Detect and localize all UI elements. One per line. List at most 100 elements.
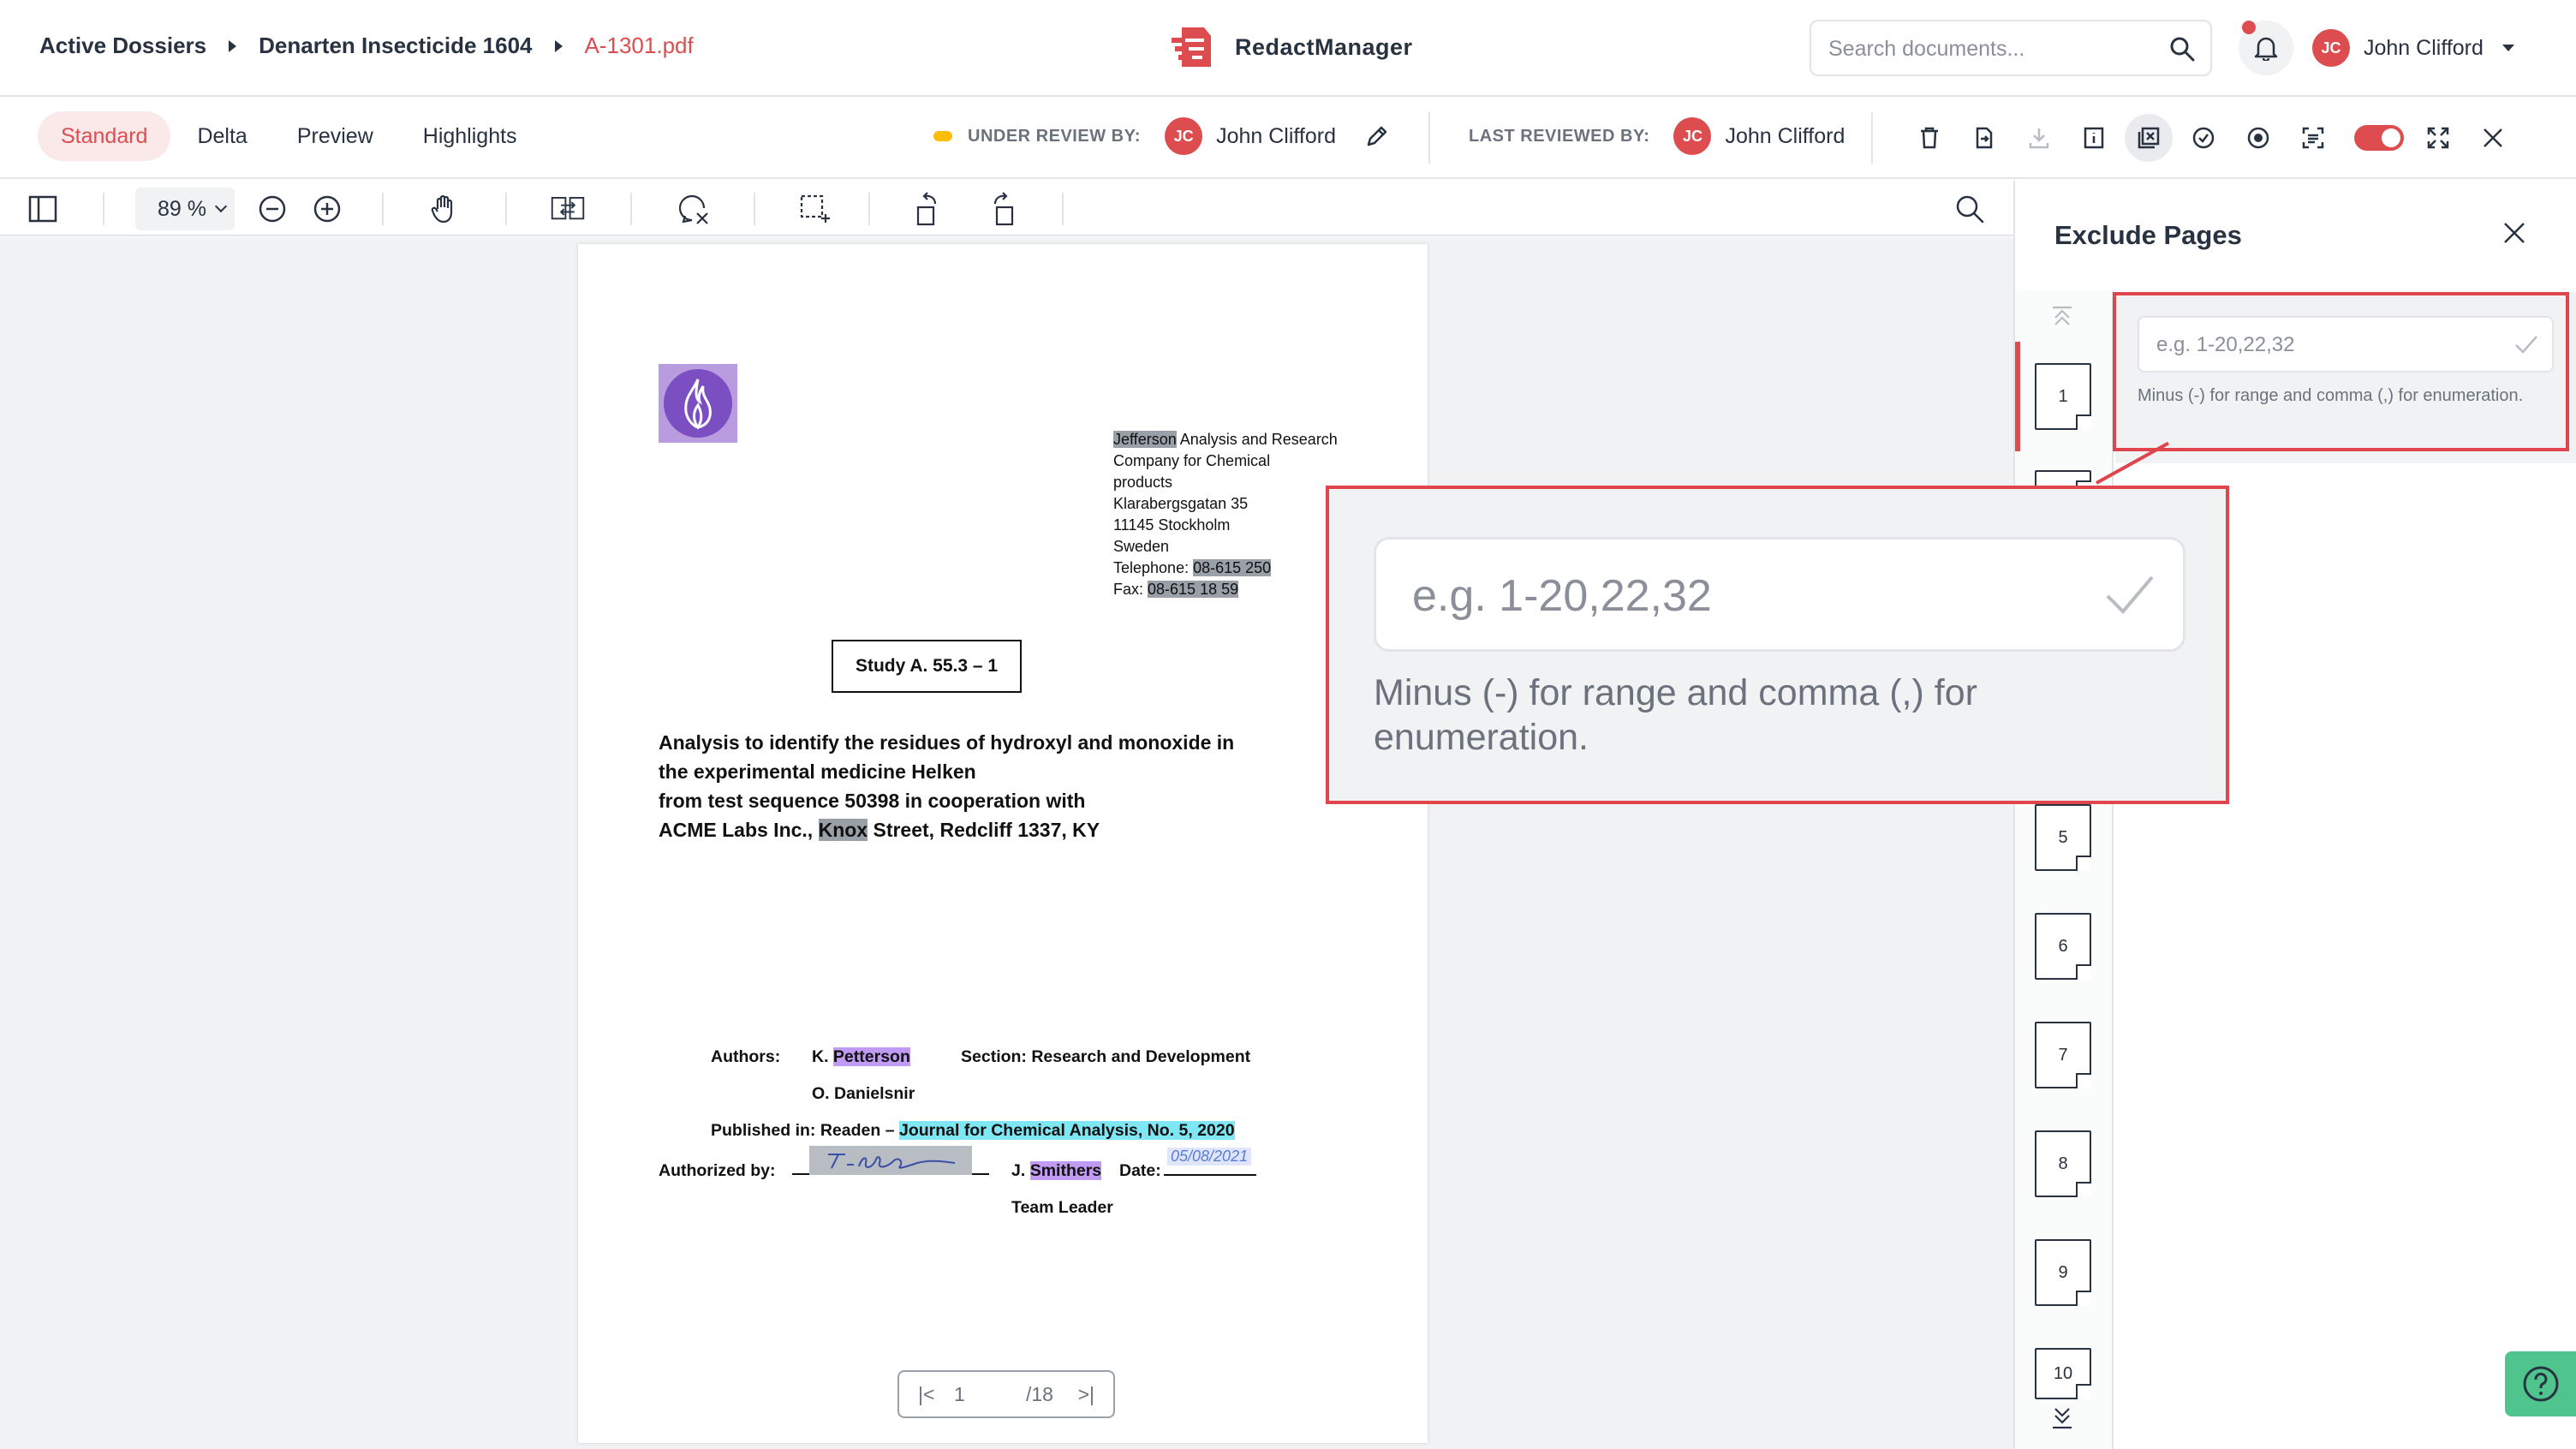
last-reviewed-block: LAST REVIEWED BY: JC John Clifford [1469, 117, 1845, 155]
exclude-pages-button[interactable] [2125, 114, 2173, 162]
tab-preview[interactable]: Preview [274, 111, 397, 161]
published-in: Published in: Readen – Journal for Chemi… [711, 1121, 1235, 1141]
logo-icon [1172, 27, 1211, 67]
search-document-button[interactable] [1953, 194, 1987, 224]
compare-icon [551, 197, 585, 220]
under-review-name: John Clifford [1216, 123, 1336, 148]
page-thumbnail[interactable]: 6 [2035, 913, 2091, 980]
author-1: K. Petterson [812, 1047, 910, 1067]
breadcrumb-separator-icon [554, 39, 563, 52]
callout-placeholder: e.g. 1-20,22,32 [1412, 571, 1712, 621]
chevron-down-icon [2501, 45, 2514, 51]
user-name: John Clifford [2364, 35, 2484, 60]
pan-tool-button[interactable] [427, 194, 462, 224]
trash-icon [1921, 127, 1938, 149]
zoom-in-button[interactable] [310, 194, 344, 224]
redacted-signer[interactable]: Smithers [1029, 1161, 1102, 1180]
divider [868, 193, 870, 225]
redacted-street[interactable]: Knox [818, 819, 868, 841]
breadcrumb-dossier[interactable]: Denarten Insecticide 1604 [259, 33, 532, 59]
redaction-toggle[interactable] [2354, 125, 2404, 151]
page-thumbnail[interactable]: 7 [2035, 1022, 2091, 1088]
company-logo [659, 364, 737, 443]
close-icon [2484, 128, 2502, 147]
redacted-author[interactable]: Petterson [832, 1047, 910, 1066]
study-label: Study A. 55.3 – 1 [832, 640, 1022, 693]
redacted-journal[interactable]: Journal for Chemical Analysis, No. 5, 20… [898, 1121, 1235, 1140]
zoom-out-button[interactable] [255, 194, 289, 224]
zoom-callout: e.g. 1-20,22,32 Minus (-) for range and … [1326, 486, 2229, 804]
document-viewer[interactable]: Jefferson Analysis and Research Company … [0, 237, 2013, 1449]
info-icon [2084, 127, 2104, 149]
page-thumbnail[interactable]: 10 [2035, 1348, 2091, 1399]
delete-button[interactable] [1905, 114, 1953, 162]
page-thumbnail[interactable]: 8 [2035, 1130, 2091, 1197]
page-thumbnails[interactable]: 1 5 6 7 8 9 10 [2015, 290, 2114, 1449]
rotate-left-button[interactable] [911, 192, 945, 226]
search-box[interactable] [1810, 20, 2212, 76]
active-page-indicator [2015, 342, 2020, 451]
fullscreen-button[interactable] [2414, 114, 2462, 162]
document-action-bar: Standard Delta Preview Highlights UNDER … [0, 97, 2576, 179]
area-select-button[interactable] [798, 194, 832, 224]
record-button[interactable] [2234, 114, 2282, 162]
help-button[interactable] [2505, 1351, 2576, 1416]
breadcrumb-dossiers[interactable]: Active Dossiers [39, 33, 206, 59]
edit-icon[interactable] [1365, 124, 1389, 148]
under-review-block: UNDER REVIEW BY: JC John Clifford [933, 117, 1389, 155]
zoom-select[interactable]: 89 % [135, 188, 235, 230]
zoom-in-icon [313, 195, 341, 223]
check-icon [2106, 575, 2154, 614]
tab-standard[interactable]: Standard [38, 111, 171, 161]
scroll-to-bottom-icon[interactable] [2049, 1405, 2075, 1429]
close-document-button[interactable] [2469, 114, 2517, 162]
last-reviewed-label: LAST REVIEWED BY: [1469, 126, 1650, 146]
tab-highlights[interactable]: Highlights [400, 111, 540, 161]
last-page-icon[interactable]: >| [1078, 1383, 1094, 1406]
file-arrow-icon [1976, 127, 1993, 149]
redacted-signature[interactable] [809, 1146, 972, 1175]
toggle-sidebar-button[interactable] [26, 194, 60, 224]
page-thumbnail[interactable]: 9 [2035, 1239, 2091, 1306]
page-thumbnail[interactable]: 5 [2035, 804, 2091, 871]
zoom-out-icon [259, 195, 286, 223]
assign-button[interactable] [1960, 114, 2008, 162]
record-icon [2247, 127, 2269, 149]
ocr-button[interactable] [2289, 114, 2337, 162]
search-input[interactable] [1828, 35, 2154, 63]
redacted-telephone[interactable]: 08-615 250 [1193, 559, 1272, 576]
search-icon[interactable] [2169, 36, 2195, 62]
remove-annotations-button[interactable] [677, 194, 711, 224]
divider [1428, 112, 1430, 164]
page-thumbnail[interactable]: 1 [2035, 363, 2091, 430]
bell-icon [2254, 37, 2278, 61]
redacted-company[interactable]: Jefferson [1113, 431, 1177, 448]
pdf-page[interactable]: Jefferson Analysis and Research Company … [578, 244, 1428, 1443]
scroll-to-top-icon[interactable] [2049, 306, 2075, 330]
approve-button[interactable] [2179, 114, 2227, 162]
notifications-button[interactable] [2239, 21, 2293, 75]
download-button[interactable] [2015, 114, 2063, 162]
last-reviewed-name: John Clifford [1725, 123, 1846, 148]
app-logo[interactable]: RedactManager [1170, 24, 1413, 70]
title-line: Analysis to identify the residues of hyd… [659, 731, 1235, 754]
divider [754, 193, 755, 225]
first-page-icon[interactable]: |< [918, 1383, 934, 1406]
tab-delta[interactable]: Delta [174, 111, 270, 161]
redacted-fax[interactable]: 08-615 18 59 [1148, 581, 1239, 598]
exclude-pages-icon [2138, 127, 2160, 149]
document-info-button[interactable] [2070, 114, 2118, 162]
title-line: from test sequence 50398 in cooperation … [659, 790, 1086, 812]
fullscreen-icon [2427, 127, 2449, 149]
user-menu[interactable]: JC John Clifford [2312, 29, 2514, 67]
remove-comment-icon [678, 194, 708, 224]
signer: J. Smithers [1011, 1161, 1102, 1181]
total-pages: /18 [1026, 1382, 1053, 1405]
close-icon[interactable] [2501, 220, 2527, 246]
telephone-label: Telephone: [1113, 559, 1194, 576]
authorized-label: Authorized by: [659, 1161, 776, 1180]
rotate-right-button[interactable] [985, 192, 1019, 226]
redacted-date[interactable]: 05/08/2021 [1167, 1148, 1252, 1166]
compare-button[interactable] [551, 194, 585, 224]
current-page-input[interactable]: 1 [954, 1383, 965, 1406]
